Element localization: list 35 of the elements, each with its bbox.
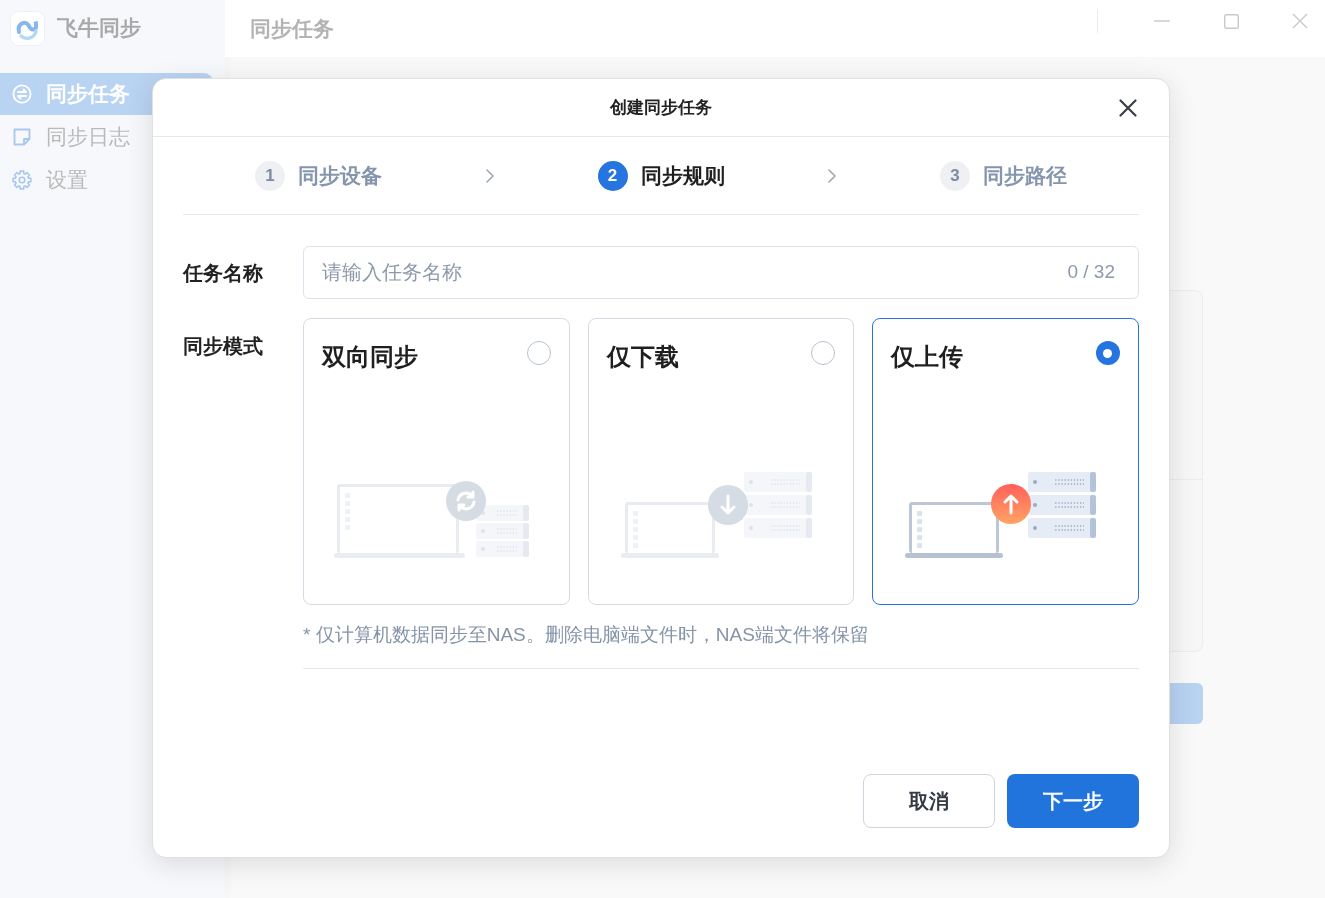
dialog-title: 创建同步任务	[610, 96, 712, 119]
step-label: 同步规则	[640, 162, 725, 189]
sync-mode-card[interactable]: 仅下载	[587, 318, 855, 605]
sync-mode-card[interactable]: 双向同步	[303, 318, 570, 605]
field-label: 同步模式	[183, 334, 264, 359]
close-button[interactable]	[1119, 98, 1137, 117]
hint-text: * 仅计算机数据同步至NAS。删除电脑端文件时，NAS端文件将保留	[303, 623, 870, 647]
cancel-button[interactable]: 取消	[863, 774, 995, 828]
sync-mode-card[interactable]: 仅上传	[872, 318, 1139, 605]
page-title: 同步任务	[250, 15, 334, 42]
step-number: 3	[940, 160, 970, 191]
radio-button[interactable]	[526, 341, 551, 365]
close-icon	[1119, 98, 1137, 117]
settings-icon	[12, 170, 32, 190]
chevron-right-icon	[485, 168, 494, 183]
step-label: 同步设备	[298, 162, 382, 189]
sync-mode-title: 仅下载	[606, 342, 679, 372]
note-icon	[12, 127, 32, 147]
logo-icon	[10, 10, 45, 46]
radio-button[interactable]	[1096, 341, 1120, 365]
step-number: 1	[255, 160, 285, 191]
chevron-right-icon	[828, 168, 837, 183]
app-name: 飞牛同步	[57, 15, 141, 42]
radio-button[interactable]	[811, 341, 836, 365]
step-label: 同步路径	[983, 162, 1067, 189]
sync-mode-title: 双向同步	[322, 342, 418, 372]
step-number: 2	[597, 160, 628, 191]
maximize-icon	[1223, 13, 1239, 29]
sync-mode-title: 仅上传	[891, 342, 964, 372]
next-button[interactable]: 下一步	[1007, 774, 1139, 828]
close-icon	[1292, 13, 1308, 29]
character-counter: 0 / 32	[1067, 260, 1115, 284]
swap-circle-icon	[12, 84, 32, 104]
minimize-icon	[1154, 20, 1170, 22]
field-label: 任务名称	[183, 260, 264, 286]
